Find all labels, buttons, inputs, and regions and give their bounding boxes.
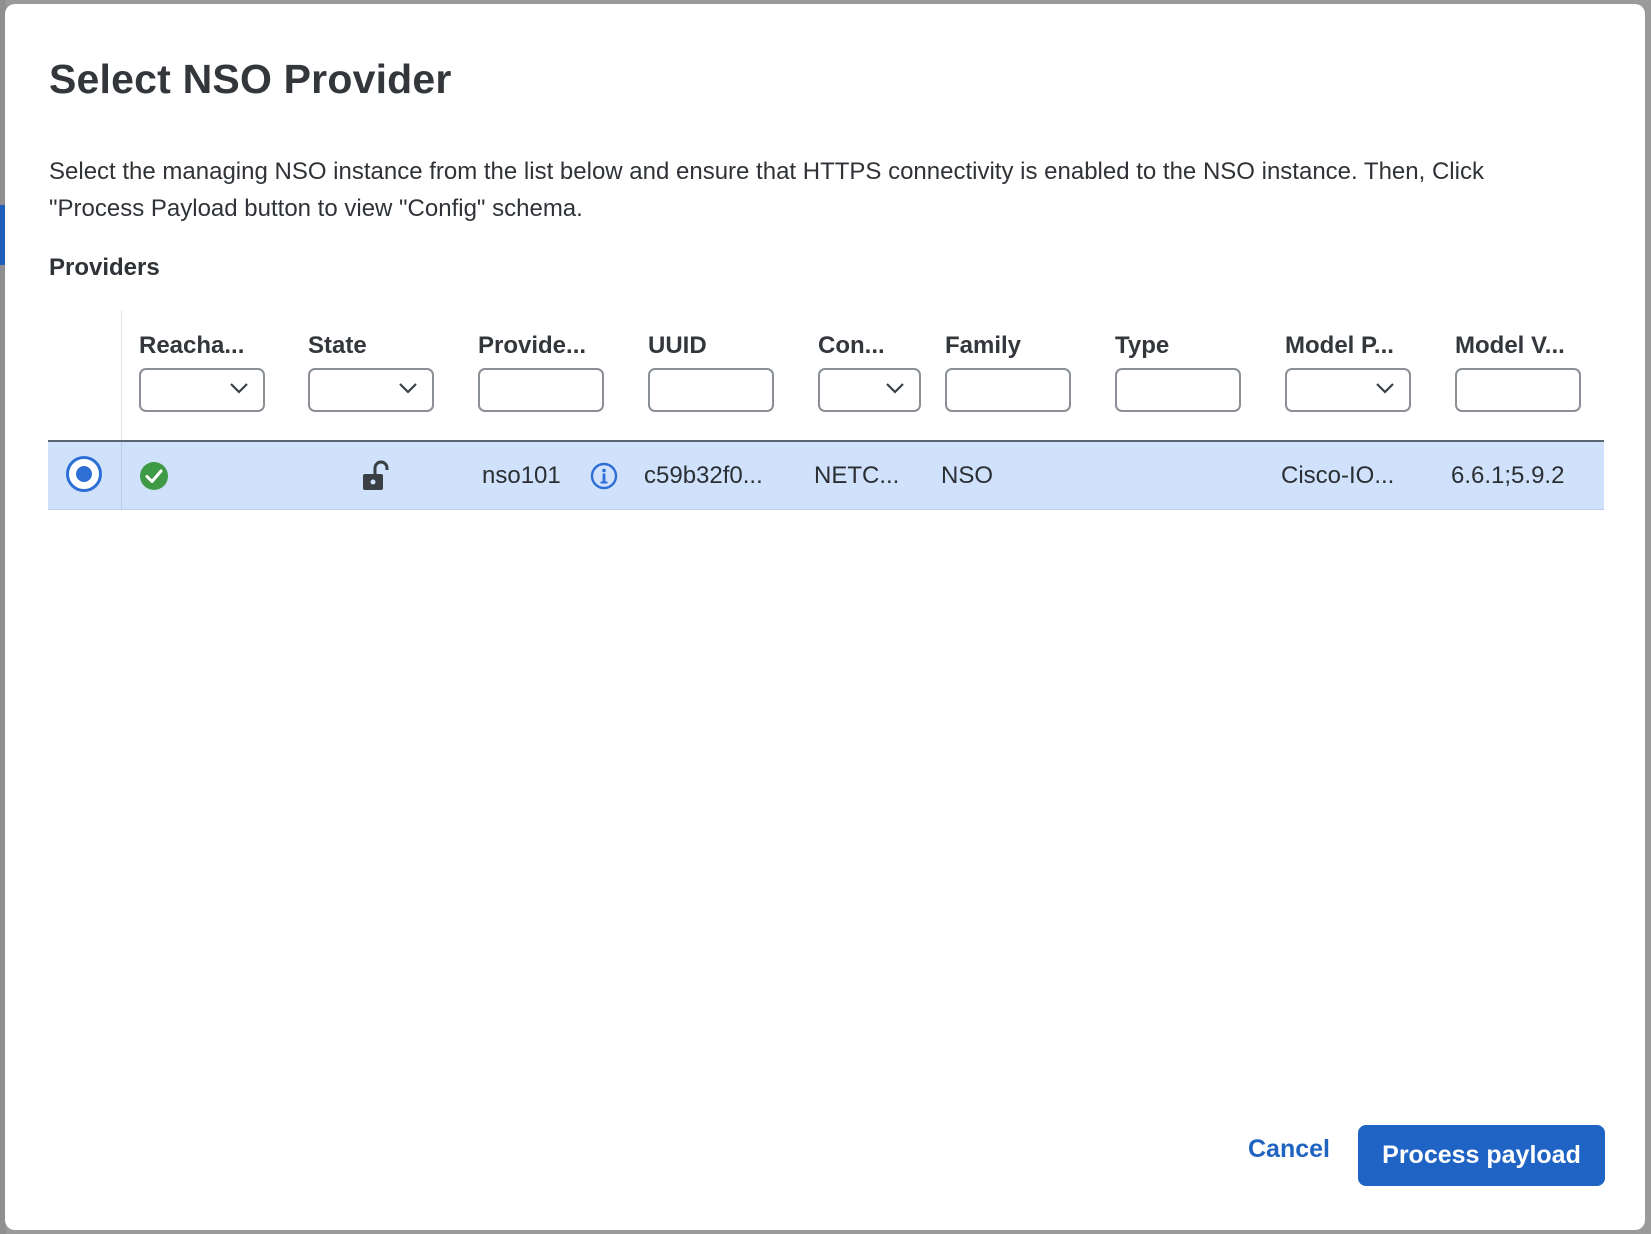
- row-select-radio[interactable]: [66, 456, 102, 492]
- model-version-cell: 6.6.1;5.9.2: [1451, 462, 1565, 489]
- chevron-down-icon: [1376, 383, 1394, 394]
- column-reachability-title[interactable]: Reacha...: [139, 332, 244, 362]
- column-uuid-title[interactable]: UUID: [648, 332, 707, 362]
- reachability-filter-select[interactable]: [139, 368, 265, 412]
- model-version-filter-input[interactable]: [1455, 368, 1581, 412]
- connection-filter-select[interactable]: [818, 368, 921, 412]
- providers-table: Reacha... State Provide... UUID Con... F…: [48, 310, 1604, 510]
- table-row[interactable]: nso101 c59b32f0... NETC... NSO Cisco-IO.…: [48, 442, 1604, 510]
- family-filter-input[interactable]: [945, 368, 1071, 412]
- column-provider-title[interactable]: Provide...: [478, 332, 586, 362]
- unlock-icon: [363, 460, 389, 490]
- column-provider[interactable]: Provide...: [478, 332, 586, 362]
- column-state[interactable]: State: [308, 332, 367, 362]
- column-model-version-title[interactable]: Model V...: [1455, 332, 1565, 362]
- column-reachability[interactable]: Reacha...: [139, 332, 244, 362]
- state-filter-select[interactable]: [308, 368, 434, 412]
- chevron-down-icon: [399, 383, 417, 394]
- column-family-title[interactable]: Family: [945, 332, 1021, 362]
- column-model-version[interactable]: Model V...: [1455, 332, 1565, 362]
- column-state-title[interactable]: State: [308, 332, 367, 362]
- table-header: Reacha... State Provide... UUID Con... F…: [48, 310, 1604, 442]
- uuid-cell: c59b32f0...: [644, 462, 763, 489]
- provider-cell: nso101: [482, 462, 561, 489]
- select-provider-dialog: Select NSO Provider Select the managing …: [5, 4, 1645, 1230]
- dialog-title: Select NSO Provider: [49, 56, 452, 102]
- column-divider: [121, 442, 122, 509]
- column-connection-title[interactable]: Con...: [818, 332, 885, 362]
- column-family[interactable]: Family: [945, 332, 1021, 362]
- column-type[interactable]: Type: [1115, 332, 1169, 362]
- column-type-title[interactable]: Type: [1115, 332, 1169, 362]
- column-model-prefix-title[interactable]: Model P...: [1285, 332, 1394, 362]
- family-cell: NSO: [941, 462, 994, 489]
- process-payload-button[interactable]: Process payload: [1358, 1125, 1605, 1186]
- chevron-down-icon: [886, 383, 904, 394]
- check-circle-icon: [140, 462, 168, 490]
- cancel-button[interactable]: Cancel: [1248, 1135, 1330, 1164]
- connection-cell: NETC...: [814, 462, 900, 489]
- dialog-description: Select the managing NSO instance from th…: [49, 158, 1484, 222]
- model-prefix-filter-select[interactable]: [1285, 368, 1411, 412]
- model-prefix-cell: Cisco-IO...: [1281, 462, 1395, 489]
- uuid-filter-input[interactable]: [648, 368, 774, 412]
- column-divider: [121, 310, 122, 440]
- column-model-prefix[interactable]: Model P...: [1285, 332, 1394, 362]
- type-filter-input[interactable]: [1115, 368, 1241, 412]
- column-connection[interactable]: Con...: [818, 332, 885, 362]
- info-icon[interactable]: [590, 462, 618, 490]
- providers-label: Providers: [49, 254, 160, 281]
- provider-filter-input[interactable]: [478, 368, 604, 412]
- chevron-down-icon: [230, 383, 248, 394]
- column-uuid[interactable]: UUID: [648, 332, 707, 362]
